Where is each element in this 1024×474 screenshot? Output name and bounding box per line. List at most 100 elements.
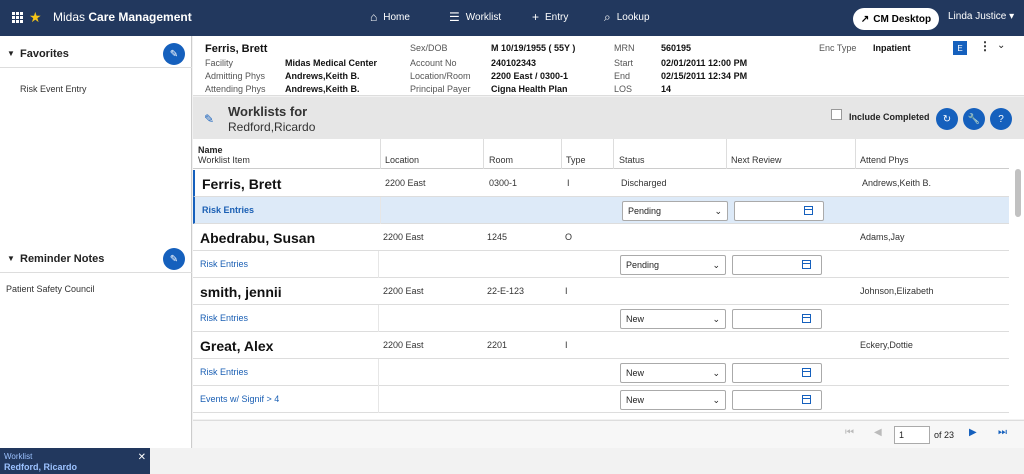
pencil-icon[interactable]: ✎ bbox=[204, 112, 214, 126]
calendar-icon[interactable] bbox=[802, 368, 811, 377]
table-row[interactable]: Abedrabu, Susan 2200 East 1245 O Adams,J… bbox=[193, 224, 1009, 251]
last-page-icon[interactable]: ⏭ bbox=[998, 427, 1007, 438]
reminder-item[interactable]: Patient Safety Council bbox=[6, 284, 95, 294]
col-next-review[interactable]: Next Review bbox=[731, 155, 782, 165]
user-menu[interactable]: Linda Justice ▾ bbox=[948, 11, 1014, 22]
collapse-caret-icon[interactable]: ▼ bbox=[7, 49, 15, 58]
next-review-date-input[interactable] bbox=[732, 390, 822, 410]
tab-label: Worklist bbox=[4, 452, 33, 461]
first-page-icon[interactable]: ⏮ bbox=[845, 427, 854, 438]
worklist-item-row[interactable]: Risk Entries New ⌄ bbox=[193, 359, 1009, 386]
col-type[interactable]: Type bbox=[566, 155, 586, 165]
nav-lookup[interactable]: ⌕ Lookup bbox=[604, 10, 650, 25]
patient-banner: Ferris, Brett Facility Midas Medical Cen… bbox=[193, 36, 1024, 96]
enctype-value: Inpatient bbox=[873, 43, 911, 53]
settings-button[interactable]: 🔧 bbox=[963, 108, 985, 130]
encounter-badge[interactable]: E bbox=[953, 41, 967, 55]
calendar-icon[interactable] bbox=[802, 260, 811, 269]
reminder-notes-title: Reminder Notes bbox=[20, 252, 105, 265]
cm-desktop-button[interactable]: ↗ CM Desktop bbox=[853, 8, 939, 30]
col-location[interactable]: Location bbox=[385, 155, 419, 165]
start-value: 02/01/2011 12:00 PM bbox=[661, 58, 748, 68]
bottom-bar: Worklist Redford, Ricardo ✕ bbox=[0, 448, 1024, 474]
col-attend-phys[interactable]: Attend Phys bbox=[860, 155, 909, 165]
edit-favorites-button[interactable]: ✎ bbox=[163, 43, 185, 65]
nav-entry[interactable]: + Entry bbox=[532, 10, 568, 24]
status-select[interactable]: New ⌄ bbox=[620, 363, 726, 383]
chevron-down-icon: ⌄ bbox=[714, 206, 722, 216]
nav-worklist[interactable]: ☰ Worklist bbox=[449, 10, 501, 24]
facility-value: Midas Medical Center bbox=[285, 58, 378, 68]
refresh-button[interactable]: ↻ bbox=[936, 108, 958, 130]
table-row[interactable]: Great, Alex 2200 East 2201 I Eckery,Dott… bbox=[193, 332, 1009, 359]
status-select[interactable]: New ⌄ bbox=[620, 390, 726, 410]
payer-label: Principal Payer bbox=[410, 84, 471, 94]
include-completed-label: Include Completed bbox=[849, 112, 930, 122]
chevron-down-icon: ⌄ bbox=[712, 368, 720, 378]
chevron-down-icon: ⌄ bbox=[712, 260, 720, 270]
worklist-item-link[interactable]: Risk Entries bbox=[200, 313, 248, 323]
help-icon: ? bbox=[998, 113, 1004, 125]
vertical-scrollbar[interactable] bbox=[1015, 169, 1021, 217]
worklist-item-row[interactable]: Risk Entries Pending ⌄ bbox=[193, 197, 1009, 224]
next-review-date-input[interactable] bbox=[734, 201, 824, 221]
table-row[interactable]: smith, jennii 2200 East 22-E-123 I Johns… bbox=[193, 278, 1009, 305]
tab-name: Redford, Ricardo bbox=[4, 462, 78, 472]
top-bar: ★ Midas Care Management ⌂ Home ☰ Worklist … bbox=[0, 0, 1024, 36]
calendar-icon[interactable] bbox=[802, 314, 811, 323]
collapse-caret-icon[interactable]: ▼ bbox=[7, 254, 15, 263]
status-select[interactable]: Pending ⌄ bbox=[622, 201, 728, 221]
patient-row-name[interactable]: Great, Alex bbox=[200, 338, 273, 354]
worklist-item-row[interactable]: Risk Entries Pending ⌄ bbox=[193, 251, 1009, 278]
nav-home[interactable]: ⌂ Home bbox=[370, 10, 410, 24]
worklist-item-row[interactable]: Risk Entries New ⌄ bbox=[193, 305, 1009, 332]
reminder-notes-header[interactable]: ▼ Reminder Notes ✎ bbox=[0, 245, 192, 273]
chevron-down-icon[interactable]: ⌄ bbox=[997, 40, 1005, 51]
status-select[interactable]: New ⌄ bbox=[620, 309, 726, 329]
favorite-star-icon[interactable]: ★ bbox=[29, 8, 42, 26]
column-headers: Name Worklist Item Location Room Type St… bbox=[193, 139, 1009, 169]
help-button[interactable]: ? bbox=[990, 108, 1012, 130]
row-attend: Eckery,Dottie bbox=[860, 340, 913, 350]
left-panel: ▼ Favorites ✎ Risk Event Entry ▼ Reminde… bbox=[0, 36, 192, 448]
favorites-header[interactable]: ▼ Favorites ✎ bbox=[0, 40, 192, 68]
row-attend: Adams,Jay bbox=[860, 232, 905, 242]
patient-name: Ferris, Brett bbox=[205, 43, 268, 55]
row-type: O bbox=[565, 232, 573, 242]
worklist-item-link[interactable]: Events w/ Signif > 4 bbox=[200, 394, 279, 404]
include-completed-checkbox[interactable] bbox=[831, 109, 842, 120]
next-review-date-input[interactable] bbox=[732, 255, 822, 275]
close-icon[interactable]: ✕ bbox=[138, 452, 146, 463]
col-status[interactable]: Status bbox=[619, 155, 645, 165]
open-tab-worklist[interactable]: Worklist Redford, Ricardo ✕ bbox=[0, 448, 150, 474]
status-select[interactable]: Pending ⌄ bbox=[620, 255, 726, 275]
calendar-icon[interactable] bbox=[804, 206, 813, 215]
col-room[interactable]: Room bbox=[489, 155, 513, 165]
worklist-item-row[interactable]: Events w/ Signif > 4 New ⌄ bbox=[193, 386, 1009, 413]
worklist-item-link[interactable]: Risk Entries bbox=[200, 259, 248, 269]
app-grid-icon[interactable] bbox=[12, 12, 23, 23]
more-options-icon[interactable]: ⋮ bbox=[979, 39, 991, 53]
pencil-icon: ✎ bbox=[169, 253, 179, 265]
patient-row-name[interactable]: Abedrabu, Susan bbox=[200, 230, 315, 246]
next-page-icon[interactable]: ▶ bbox=[969, 427, 977, 438]
worklist-item-link[interactable]: Risk Entries bbox=[200, 367, 248, 377]
favorite-item[interactable]: Risk Event Entry bbox=[20, 84, 87, 94]
row-room: 22-E-123 bbox=[487, 286, 525, 296]
next-review-date-input[interactable] bbox=[732, 363, 822, 383]
edit-reminders-button[interactable]: ✎ bbox=[163, 248, 185, 270]
plus-icon: + bbox=[532, 10, 540, 24]
next-review-date-input[interactable] bbox=[732, 309, 822, 329]
sexdob-value: M 10/19/1955 ( 55Y ) bbox=[491, 43, 576, 53]
patient-row-name[interactable]: smith, jennii bbox=[200, 284, 282, 300]
page-number-input[interactable]: 1 bbox=[894, 426, 930, 444]
payer-value: Cigna Health Plan bbox=[491, 84, 568, 94]
attending-label: Attending Phys bbox=[205, 84, 266, 94]
pager: ⏮ ◀ 1 of 23 ▶ ⏭ bbox=[193, 420, 1024, 448]
patient-row-name[interactable]: Ferris, Brett bbox=[202, 176, 281, 192]
worklist-item-link[interactable]: Risk Entries bbox=[202, 205, 254, 215]
table-row[interactable]: Ferris, Brett 2200 East 0300-1 I Dischar… bbox=[193, 170, 1009, 197]
calendar-icon[interactable] bbox=[802, 395, 811, 404]
prev-page-icon[interactable]: ◀ bbox=[874, 427, 882, 438]
end-value: 02/15/2011 12:34 PM bbox=[661, 71, 748, 81]
